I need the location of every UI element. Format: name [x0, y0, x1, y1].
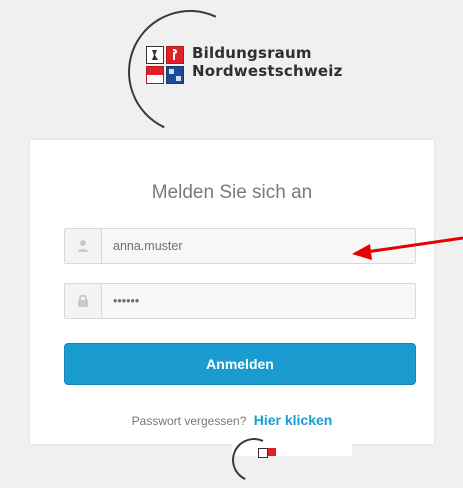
bottom-emblem-left: [258, 448, 268, 458]
forgot-link[interactable]: Hier klicken: [254, 412, 333, 428]
emblem-stars-icon: [169, 69, 181, 81]
password-input[interactable]: ••••••: [113, 284, 139, 318]
emblem-red-white-icon: [146, 66, 164, 84]
bottom-logo-partial: [225, 431, 352, 488]
emblem-red-staff-icon: [166, 46, 184, 64]
bottom-logo-emblems: [258, 448, 276, 458]
brand-logo: Bildungsraum Nordwestschweiz: [110, 0, 360, 152]
bottom-logo-arc: [225, 431, 283, 488]
forgot-text: Passwort vergessen?: [131, 414, 247, 428]
brand-name: Bildungsraum Nordwestschweiz: [192, 44, 343, 80]
login-title: Melden Sie sich an: [151, 182, 313, 203]
forgot-password: Passwort vergessen? Hier klicken: [30, 412, 434, 428]
emblem-stripes-icon: [147, 75, 163, 83]
anmelden-button[interactable]: Anmelden: [64, 343, 416, 385]
emblem-figure-icon: [152, 50, 158, 60]
brand-name-line2: Nordwestschweiz: [192, 62, 343, 80]
user-icon: [78, 240, 88, 252]
logo-emblems: [146, 46, 186, 84]
emblem-black-white-icon: [146, 46, 164, 64]
password-field[interactable]: ••••••: [64, 283, 416, 319]
emblem-staff-icon: [172, 49, 178, 60]
login-card: Melden Sie sich an anna.muster •••••• An…: [30, 140, 434, 444]
brand-name-line1: Bildungsraum: [192, 44, 312, 62]
emblem-blue-stars-icon: [166, 66, 184, 84]
user-icon-prefix: [65, 229, 102, 263]
bottom-emblem-right: [268, 448, 276, 456]
username-field[interactable]: anna.muster: [64, 228, 416, 264]
lock-icon-prefix: [65, 284, 102, 318]
lock-icon: [78, 294, 88, 307]
username-input[interactable]: anna.muster: [113, 229, 182, 263]
